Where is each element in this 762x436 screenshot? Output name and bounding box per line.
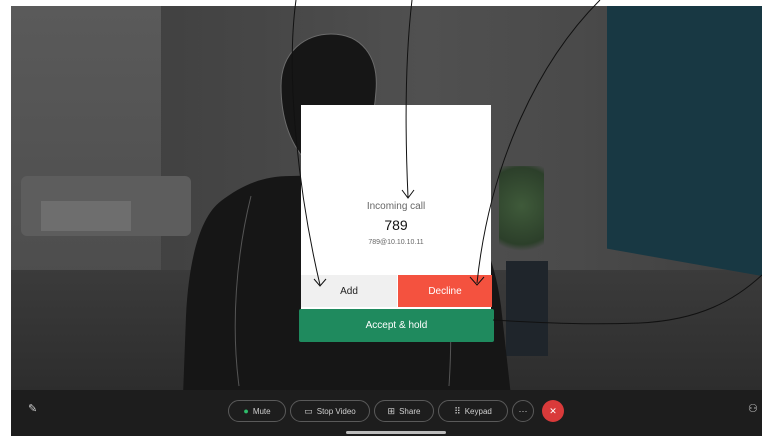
background-window [11, 6, 161, 296]
keypad-label: Keypad [464, 406, 492, 416]
accept-hold-button[interactable]: Accept & hold [299, 309, 494, 342]
microphone-icon: ● [243, 406, 249, 416]
mute-button[interactable]: ● Mute [228, 400, 286, 422]
mute-label: Mute [252, 406, 271, 416]
more-icon: ··· [518, 406, 528, 416]
keypad-icon: ⠿ [454, 405, 461, 416]
stop-video-label: Stop Video [316, 406, 356, 416]
home-indicator[interactable] [346, 431, 446, 434]
decline-button[interactable]: Decline [398, 275, 492, 307]
share-icon: ⊞ [387, 405, 396, 416]
pen-icon[interactable]: ✎ [28, 402, 37, 415]
background-desk [41, 201, 131, 231]
close-icon: ✕ [549, 405, 557, 416]
caller-number: 789 [384, 217, 408, 233]
background-wall-panel [607, 6, 762, 277]
camera-icon: ▭ [304, 405, 313, 416]
share-button[interactable]: ⊞ Share [374, 400, 434, 422]
more-button[interactable]: ··· [512, 400, 534, 422]
people-icon[interactable]: ⚇ [748, 402, 758, 415]
stop-video-button[interactable]: ▭ Stop Video [290, 400, 370, 422]
end-call-button[interactable]: ✕ [542, 400, 564, 422]
add-button[interactable]: Add [301, 275, 397, 307]
incoming-call-dialog: Incoming call 789 789@10.10.10.11 Add De… [301, 105, 492, 336]
caller-address: 789@10.10.10.11 [368, 239, 424, 246]
share-label: Share [399, 406, 421, 416]
dialog-title: Incoming call [366, 201, 426, 212]
keypad-button[interactable]: ⠿ Keypad [438, 400, 508, 422]
